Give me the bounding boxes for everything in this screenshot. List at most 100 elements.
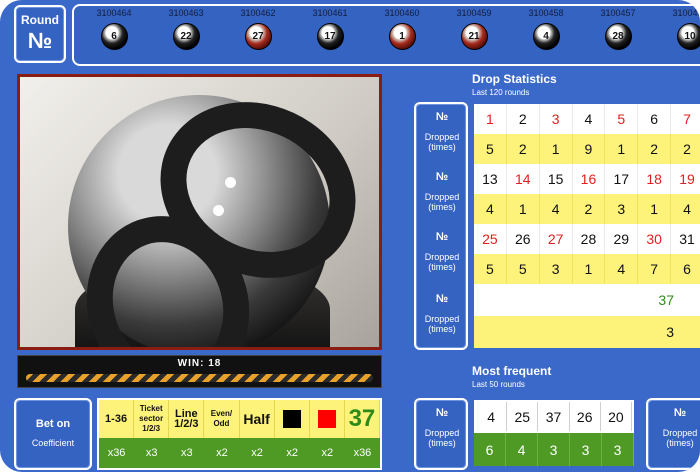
drop-number-cell: 2: [507, 104, 540, 134]
bet-on-title: Bet on: [35, 418, 71, 430]
most-frequent-count: 3: [570, 433, 602, 466]
lottery-ball-sphere: [62, 77, 379, 347]
history-item: 3100458 4: [510, 8, 582, 50]
most-frequent-number: 20: [601, 402, 633, 431]
multiplier: x3: [145, 447, 158, 459]
multiplier: x2: [286, 447, 298, 459]
most-frequent-number: 37: [538, 402, 570, 431]
drop-count-cell: 3: [540, 254, 573, 284]
row-label: № Dropped (times): [424, 231, 460, 273]
drop-count-cell: 5: [474, 254, 507, 284]
drop-count-row: 4142314: [474, 194, 700, 224]
history-item: 3100463 22: [150, 8, 222, 50]
bet-option-37[interactable]: 37: [345, 400, 380, 438]
bet-option-black[interactable]: [275, 400, 310, 438]
most-frequent-subtitle: Last 50 rounds: [472, 380, 525, 389]
most-frequent-count: 3: [602, 433, 634, 466]
bet-option-half[interactable]: Half: [240, 400, 275, 438]
most-frequent-count: 3: [538, 433, 570, 466]
bet-options-panel: 1-36 Ticket sector 1/2/3 Line 1/2/3 Even…: [97, 398, 382, 470]
drop-number-cell: 26: [507, 224, 540, 254]
bet-option-line[interactable]: Line 1/2/3: [169, 400, 205, 438]
win-text: WIN: 18: [177, 358, 222, 369]
drop-count-cell: 1: [507, 194, 540, 224]
history-ball: 1: [388, 23, 416, 50]
drop-number-cell: 3: [540, 104, 573, 134]
drop-number-cell: 29: [605, 224, 639, 254]
drop-stats-number-37-row: 37: [474, 284, 700, 316]
history-round-id: 3100463: [168, 8, 204, 18]
drop-count-cell: 6: [671, 254, 700, 284]
bet-option-ticket-sector[interactable]: Ticket sector 1/2/3: [134, 400, 170, 438]
bet-options-row: 1-36 Ticket sector 1/2/3 Line 1/2/3 Even…: [99, 400, 380, 438]
ball-highlight: [213, 205, 224, 216]
history-item: 3100464 6: [78, 8, 150, 50]
history-round-id: 3100464: [96, 8, 132, 18]
drop-stats-label-column: № Dropped (times) № Dropped (times) № Dr…: [414, 102, 468, 350]
drop-number-cell: 25: [474, 224, 507, 254]
most-frequent-count: 4: [506, 433, 538, 466]
drop-count-cell: 1: [540, 134, 573, 164]
row-label: № Dropped (times): [424, 293, 460, 335]
history-ball: 21: [460, 23, 488, 50]
most-frequent-numbers-row: 4 25 37 26 20: [474, 400, 634, 433]
history-item: 3100461 17: [294, 8, 366, 50]
drop-stats-subtitle: Last 120 rounds: [472, 88, 530, 97]
bet-option-red[interactable]: [310, 400, 345, 438]
drop-number-cell: 28: [573, 224, 606, 254]
history-item: 3100460 1: [366, 8, 438, 50]
bet-option-1-36[interactable]: 1-36: [99, 400, 135, 438]
row-label: № Dropped (times): [424, 407, 460, 449]
drop-count-cell: 4: [671, 194, 700, 224]
drop-number-cell: 16: [573, 164, 606, 194]
multiplier: x2: [321, 447, 334, 459]
drop-numbers-row: 13 14 15 16 17 18 19: [474, 164, 700, 194]
bet-option-even-odd[interactable]: Even/ Odd: [204, 400, 240, 438]
drop-number-cell: 30: [638, 224, 672, 254]
least-frequent-label-box: № Dropped (times): [646, 398, 700, 470]
black-square-icon: [282, 410, 301, 428]
bet-on-label-box: Bet on Coefficient: [14, 398, 92, 470]
drop-stats-grid: 1 2 3 4 5 6 7 5 2 1 9 1 2 2 13 14 15 16 17 18 19 4 1 4 2 3 1 4 25 26 2…: [474, 104, 700, 284]
drop-number-cell: 7: [671, 104, 700, 134]
drop-number-cell: 14: [507, 164, 540, 194]
win-bar: WIN: 18: [17, 355, 382, 388]
drop-count-cell: 1: [573, 254, 606, 284]
drop-number-cell: 13: [474, 164, 507, 194]
history-item: 3100462 27: [222, 8, 294, 50]
drop-count-row: 5219122: [474, 134, 700, 164]
history-ball: 28: [604, 23, 632, 50]
row-label: № Dropped (times): [424, 171, 460, 213]
history-item: 3100457 28: [582, 8, 654, 50]
drop-count-cell: 1: [605, 134, 639, 164]
drop-count-cell: 5: [474, 134, 507, 164]
history-ball: 17: [316, 23, 344, 50]
drop-count-row: 5531476: [474, 254, 700, 284]
drop-numbers-row: 1234567: [474, 104, 700, 134]
multiplier: x2: [251, 447, 263, 459]
drop-count-cell: 7: [638, 254, 672, 284]
drop-count-cell: 4: [540, 194, 573, 224]
history-round-id: 3100461: [312, 8, 348, 18]
multiplier: x36: [107, 447, 126, 459]
multiplier: x2: [216, 447, 228, 459]
drop-count-cell: 5: [507, 254, 540, 284]
most-frequent-title: Most frequent: [472, 364, 552, 378]
drop-number-cell: 4: [573, 104, 606, 134]
drop-stats-dropped-37-row: 3: [474, 316, 700, 348]
history-round-id: 3100462: [240, 8, 276, 18]
drop-count-cell: 3: [605, 194, 639, 224]
drop-number-cell: 17: [605, 164, 639, 194]
history-ball: 6: [100, 23, 128, 50]
most-frequent-dropped-row: 6 4 3 3 3: [474, 433, 634, 466]
ball-highlight: [225, 177, 236, 188]
drop-count-cell: 2: [573, 194, 606, 224]
round-title: Round: [21, 13, 59, 27]
drop-number-cell: 19: [671, 164, 700, 194]
history-ball: 4: [532, 23, 560, 50]
history-round-id: 3100460: [384, 8, 420, 18]
most-frequent-count: 6: [474, 433, 506, 466]
history-item: 3100459 21: [438, 8, 510, 50]
most-frequent-label-box: № Dropped (times): [414, 398, 468, 470]
most-frequent-number: 26: [570, 402, 601, 431]
